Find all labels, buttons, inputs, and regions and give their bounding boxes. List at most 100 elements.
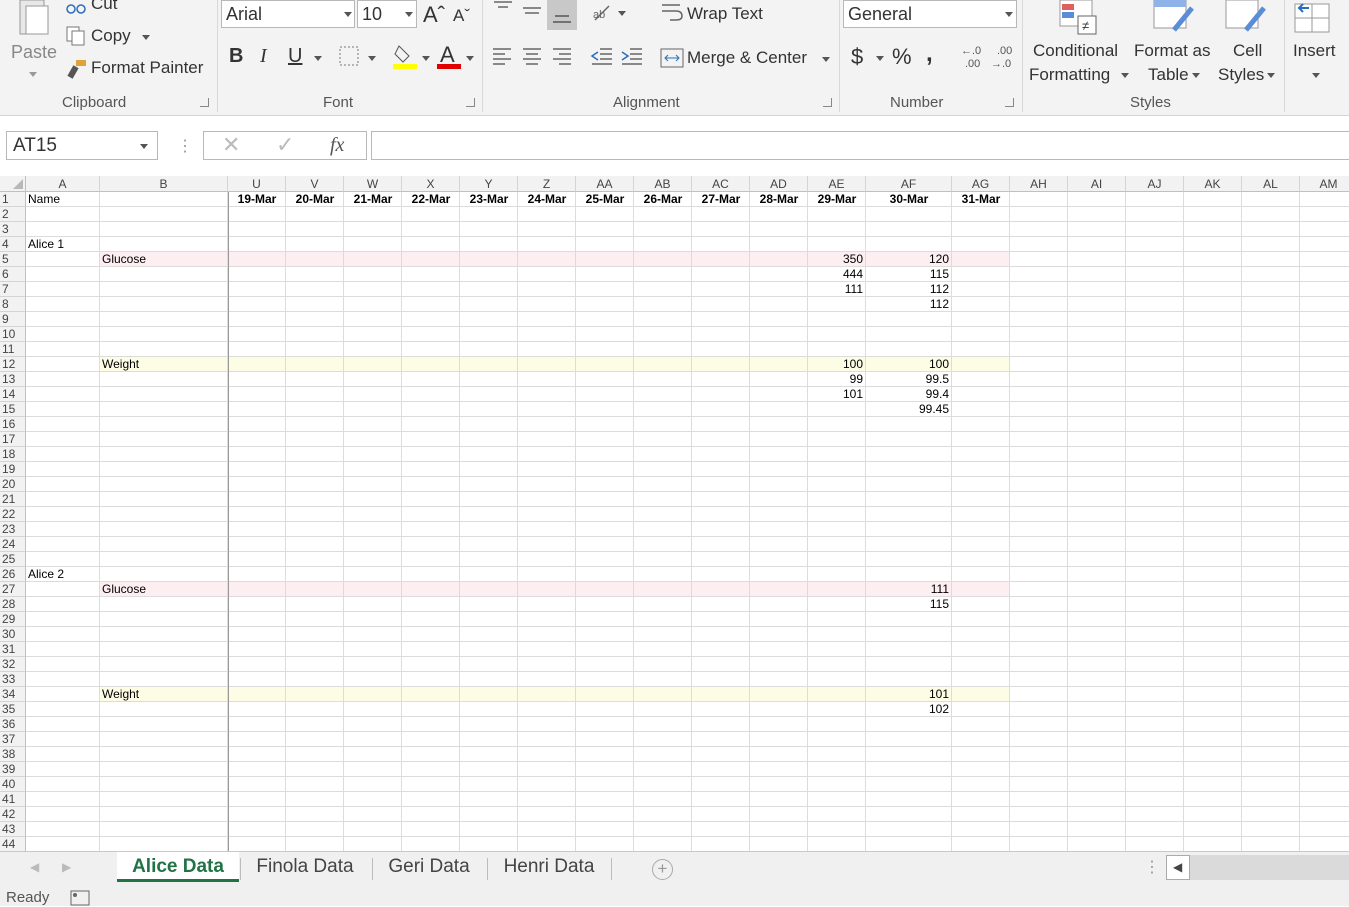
column-header-aa[interactable]: AA bbox=[576, 176, 634, 192]
sheet-tab-alice-data[interactable]: Alice Data bbox=[117, 852, 239, 882]
font-launcher-icon[interactable] bbox=[466, 98, 475, 107]
cell-af8[interactable]: 112 bbox=[866, 297, 952, 312]
column-header-aj[interactable]: AJ bbox=[1126, 176, 1184, 192]
select-all-corner[interactable] bbox=[0, 176, 26, 192]
row-header-29[interactable]: 29 bbox=[0, 612, 26, 627]
sheet-tab-finola-data[interactable]: Finola Data bbox=[240, 852, 370, 882]
percent-button[interactable]: % bbox=[892, 44, 912, 70]
row-header-25[interactable]: 25 bbox=[0, 552, 26, 567]
bold-button[interactable]: B bbox=[229, 45, 243, 68]
row-header-34[interactable]: 34 bbox=[0, 687, 26, 702]
decrease-decimal-icon[interactable]: .00→.0 bbox=[990, 44, 1018, 70]
header-cell-ac[interactable]: 27-Mar bbox=[692, 192, 750, 207]
split-grip-icon[interactable]: ⋮ bbox=[1144, 857, 1160, 877]
font-color-dropdown-icon[interactable] bbox=[466, 56, 474, 61]
row-header-6[interactable]: 6 bbox=[0, 267, 26, 282]
row-header-13[interactable]: 13 bbox=[0, 372, 26, 387]
row-header-42[interactable]: 42 bbox=[0, 807, 26, 822]
column-header-y[interactable]: Y bbox=[460, 176, 518, 192]
header-cell-x[interactable]: 22-Mar bbox=[402, 192, 460, 207]
align-left-icon[interactable] bbox=[491, 46, 513, 68]
format-as-table-button[interactable]: Format as Table bbox=[1132, 0, 1216, 90]
paste-button[interactable]: Paste bbox=[2, 0, 60, 90]
orientation-icon[interactable]: ab bbox=[591, 2, 615, 24]
fill-color-dropdown-icon[interactable] bbox=[422, 56, 430, 61]
align-right-icon[interactable] bbox=[551, 46, 573, 68]
row-header-31[interactable]: 31 bbox=[0, 642, 26, 657]
cell-ae14[interactable]: 101 bbox=[808, 387, 866, 402]
cell-ae5[interactable]: 350 bbox=[808, 252, 866, 267]
row-header-7[interactable]: 7 bbox=[0, 282, 26, 297]
macro-record-icon[interactable] bbox=[70, 889, 92, 907]
currency-dropdown-icon[interactable] bbox=[876, 56, 884, 61]
cell-ae7[interactable]: 111 bbox=[808, 282, 866, 297]
row-header-2[interactable]: 2 bbox=[0, 207, 26, 222]
row-header-10[interactable]: 10 bbox=[0, 327, 26, 342]
cell-af7[interactable]: 112 bbox=[866, 282, 952, 297]
align-middle-icon[interactable] bbox=[521, 0, 543, 24]
column-header-ai[interactable]: AI bbox=[1068, 176, 1126, 192]
increase-indent-icon[interactable] bbox=[620, 46, 644, 68]
alignment-launcher-icon[interactable] bbox=[823, 98, 832, 107]
column-header-u[interactable]: U bbox=[228, 176, 286, 192]
header-cell-y[interactable]: 23-Mar bbox=[460, 192, 518, 207]
row-header-24[interactable]: 24 bbox=[0, 537, 26, 552]
header-cell-a[interactable]: Name bbox=[26, 192, 100, 207]
row-header-44[interactable]: 44 bbox=[0, 837, 26, 851]
row-header-19[interactable]: 19 bbox=[0, 462, 26, 477]
row-header-41[interactable]: 41 bbox=[0, 792, 26, 807]
cell-a4[interactable]: Alice 1 bbox=[26, 237, 100, 252]
worksheet-grid[interactable]: A B U V W X Y Z AA AB AC AD AE AF AG AH AI AJ AK AL AM 12345… bbox=[0, 176, 1349, 851]
cell-a26[interactable]: Alice 2 bbox=[26, 567, 100, 582]
row-header-5[interactable]: 5 bbox=[0, 252, 26, 267]
borders-dropdown-icon[interactable] bbox=[368, 56, 376, 61]
scroll-tabs-right-icon[interactable]: ▶ bbox=[62, 860, 71, 874]
row-header-17[interactable]: 17 bbox=[0, 432, 26, 447]
row-header-3[interactable]: 3 bbox=[0, 222, 26, 237]
row-header-35[interactable]: 35 bbox=[0, 702, 26, 717]
column-header-ae[interactable]: AE bbox=[808, 176, 866, 192]
font-name-dropdown[interactable]: Arial bbox=[221, 0, 355, 28]
header-cell-z[interactable]: 24-Mar bbox=[518, 192, 576, 207]
row-header-21[interactable]: 21 bbox=[0, 492, 26, 507]
header-cell-aa[interactable]: 25-Mar bbox=[576, 192, 634, 207]
font-color-icon[interactable]: A bbox=[437, 42, 461, 70]
cell-af5[interactable]: 120 bbox=[866, 252, 952, 267]
column-header-b[interactable]: B bbox=[100, 176, 228, 192]
orientation-dropdown-icon[interactable] bbox=[618, 11, 626, 16]
row-header-1[interactable]: 1 bbox=[0, 192, 26, 207]
header-cell-v[interactable]: 20-Mar bbox=[286, 192, 344, 207]
column-header-al[interactable]: AL bbox=[1242, 176, 1300, 192]
italic-button[interactable]: I bbox=[260, 45, 267, 68]
cell-af12[interactable]: 100 bbox=[866, 357, 952, 372]
underline-button[interactable]: U bbox=[288, 45, 302, 68]
align-bottom-button[interactable] bbox=[547, 0, 577, 30]
sheet-tab-henri-data[interactable]: Henri Data bbox=[487, 852, 611, 882]
column-header-v[interactable]: V bbox=[286, 176, 344, 192]
column-header-z[interactable]: Z bbox=[518, 176, 576, 192]
row-header-40[interactable]: 40 bbox=[0, 777, 26, 792]
cell-styles-button[interactable]: Cell Styles bbox=[1214, 0, 1280, 90]
cell-af15[interactable]: 99.45 bbox=[866, 402, 952, 417]
row-header-12[interactable]: 12 bbox=[0, 357, 26, 372]
insert-function-icon[interactable]: fx bbox=[330, 134, 344, 157]
row-header-28[interactable]: 28 bbox=[0, 597, 26, 612]
font-size-dropdown[interactable]: 10 bbox=[357, 0, 417, 28]
column-header-af[interactable]: AF bbox=[866, 176, 952, 192]
cell-ae12[interactable]: 100 bbox=[808, 357, 866, 372]
scroll-left-button[interactable]: ◀ bbox=[1166, 855, 1190, 880]
decrease-indent-icon[interactable] bbox=[590, 46, 614, 68]
cell-ae13[interactable]: 99 bbox=[808, 372, 866, 387]
row-header-23[interactable]: 23 bbox=[0, 522, 26, 537]
column-header-a[interactable]: A bbox=[26, 176, 100, 192]
row-header-33[interactable]: 33 bbox=[0, 672, 26, 687]
header-cell-af[interactable]: 30-Mar bbox=[866, 192, 952, 207]
row-header-27[interactable]: 27 bbox=[0, 582, 26, 597]
copy-button[interactable]: Copy bbox=[64, 24, 154, 50]
wrap-text-button[interactable]: Wrap Text bbox=[658, 0, 828, 30]
row-header-15[interactable]: 15 bbox=[0, 402, 26, 417]
cell-af34[interactable]: 101 bbox=[866, 687, 952, 702]
enter-icon[interactable]: ✓ bbox=[276, 132, 294, 158]
insert-button[interactable]: Insert bbox=[1288, 0, 1348, 90]
row-header-22[interactable]: 22 bbox=[0, 507, 26, 522]
